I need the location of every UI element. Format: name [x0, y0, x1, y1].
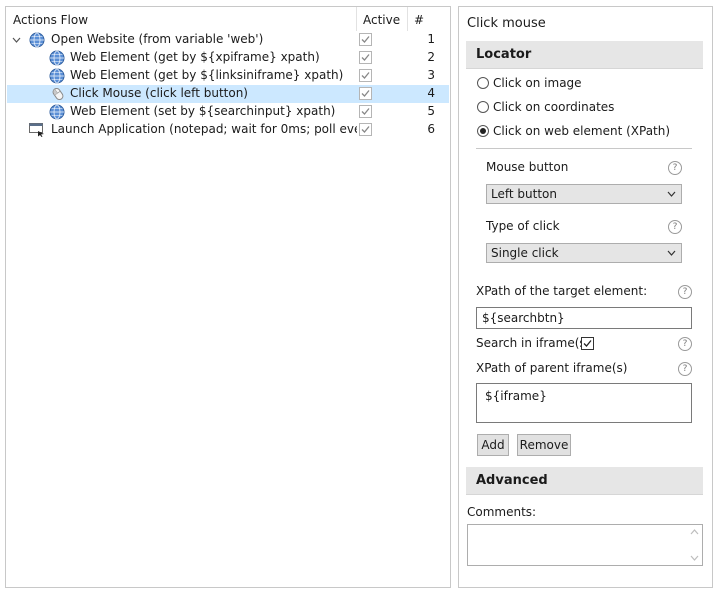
row-number: 5 [427, 104, 435, 118]
row-number: 4 [427, 86, 435, 100]
help-icon[interactable]: ? [668, 161, 682, 175]
row-number: 3 [427, 68, 435, 82]
help-icon[interactable]: ? [678, 337, 692, 351]
active-checkbox[interactable] [359, 51, 372, 64]
select-value: Single click [491, 246, 559, 260]
add-button[interactable]: Add [477, 434, 509, 456]
scroll-down-icon[interactable] [690, 555, 699, 561]
active-checkbox[interactable] [359, 33, 372, 46]
parent-iframe-label: XPath of parent iframe(s) [476, 361, 628, 375]
tree-row-web-element[interactable]: Web Element (get by ${linksiniframe} xpa… [7, 67, 449, 85]
radio-click-on-image[interactable] [477, 77, 489, 89]
advanced-section-header[interactable]: Advanced [466, 467, 703, 495]
tree-row-click-mouse[interactable]: Click Mouse (click left button) 4 [7, 85, 449, 103]
chevron-down-icon [667, 191, 676, 197]
tree-row-launch-application[interactable]: Launch Application (notepad; wait for 0m… [7, 121, 449, 139]
row-number: 6 [427, 122, 435, 136]
tree-row-label: Open Website (from variable 'web') [51, 32, 264, 46]
tree-row-label: Web Element (set by ${searchinput} xpath… [70, 104, 336, 118]
row-number: 1 [427, 32, 435, 46]
radio-label: Click on web element (XPath) [493, 124, 671, 138]
type-of-click-select[interactable]: Single click [486, 243, 682, 263]
xpath-label: XPath of the target element: [476, 284, 648, 298]
radio-click-on-coordinates[interactable] [477, 101, 489, 113]
number-column-header[interactable]: # [414, 13, 424, 27]
active-checkbox[interactable] [359, 69, 372, 82]
parent-iframe-value: ${iframe} [485, 389, 547, 403]
select-value: Left button [491, 187, 557, 201]
active-checkbox[interactable] [359, 105, 372, 118]
radio-label: Click on coordinates [493, 100, 615, 114]
tree-row-label: Click Mouse (click left button) [70, 86, 248, 100]
radio-click-on-web-element[interactable] [477, 125, 489, 137]
application-window-icon [29, 123, 44, 137]
tree-row-label: Launch Application (notepad; wait for 0m… [51, 122, 357, 136]
search-iframe-checkbox[interactable] [581, 337, 594, 350]
column-separator[interactable] [356, 7, 357, 31]
globe-icon [49, 50, 65, 66]
globe-icon [29, 32, 45, 48]
comments-textarea[interactable] [467, 524, 703, 566]
active-checkbox[interactable] [359, 123, 372, 136]
mouse-button-label: Mouse button [486, 160, 569, 174]
radio-label: Click on image [493, 76, 582, 90]
tree-row-open-website[interactable]: Open Website (from variable 'web') 1 [7, 31, 449, 49]
tree-row-web-element[interactable]: Web Element (set by ${searchinput} xpath… [7, 103, 449, 121]
globe-icon [49, 104, 65, 120]
tree-row-label: Web Element (get by ${linksiniframe} xpa… [70, 68, 344, 82]
chevron-down-icon[interactable] [12, 36, 21, 44]
xpath-value: ${searchbtn} [482, 311, 565, 325]
tree-row-web-element[interactable]: Web Element (get by ${xpiframe} xpath) 2 [7, 49, 449, 67]
globe-icon [49, 68, 65, 84]
active-column-header[interactable]: Active [363, 13, 400, 27]
divider [476, 148, 692, 149]
tree-row-label: Web Element (get by ${xpiframe} xpath) [70, 50, 320, 64]
help-icon[interactable]: ? [678, 362, 692, 376]
chevron-down-icon [667, 250, 676, 256]
active-checkbox[interactable] [359, 87, 372, 100]
actions-flow-panel: Actions Flow Active # Open Website (from… [5, 6, 451, 588]
properties-title: Click mouse [467, 16, 546, 31]
mouse-button-select[interactable]: Left button [486, 184, 682, 204]
parent-iframe-input[interactable]: ${iframe} [476, 383, 692, 423]
help-icon[interactable]: ? [668, 220, 682, 234]
scroll-up-icon[interactable] [690, 529, 699, 535]
help-icon[interactable]: ? [678, 285, 692, 299]
type-of-click-label: Type of click [486, 219, 560, 233]
xpath-input[interactable]: ${searchbtn} [476, 307, 692, 329]
locator-section-header[interactable]: Locator [466, 41, 703, 69]
actions-flow-header[interactable]: Actions Flow [13, 13, 88, 27]
comments-label: Comments: [467, 505, 537, 519]
advanced-heading: Advanced [476, 473, 548, 488]
properties-panel: Click mouse Locator Click on image Click… [458, 6, 713, 588]
remove-button[interactable]: Remove [517, 434, 571, 456]
search-iframe-label: Search in iframe(s) [476, 336, 591, 350]
column-separator[interactable] [407, 7, 408, 31]
locator-heading: Locator [476, 47, 532, 62]
mouse-icon [52, 87, 64, 101]
row-number: 2 [427, 50, 435, 64]
